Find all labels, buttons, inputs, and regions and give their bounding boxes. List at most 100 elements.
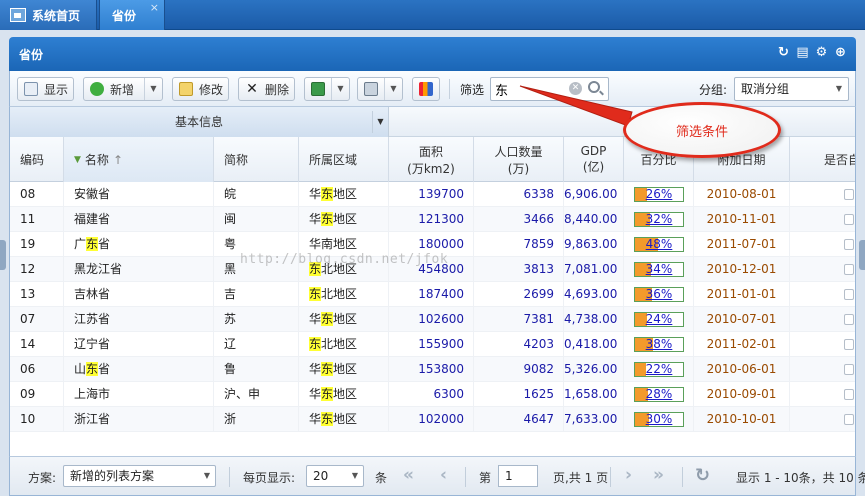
group-select[interactable]: 取消分组 ▼ — [734, 77, 849, 101]
text-segment: 北地区 — [321, 337, 358, 351]
cell-gdp: 4,693.00 — [564, 282, 624, 307]
pager-divider — [229, 467, 230, 487]
edit-icon — [179, 82, 193, 96]
cell-abbr: 皖 — [214, 182, 299, 207]
table-row[interactable]: 08 安徽省皖华东地区 139700 6338 6,906.00 26% 2010-08-0… — [10, 182, 855, 207]
page-input[interactable]: 1 — [498, 465, 538, 487]
row-checkbox[interactable] — [844, 364, 854, 375]
cell-flag — [790, 357, 855, 382]
prev-page-icon[interactable]: ‹ — [440, 465, 447, 485]
show-button[interactable]: 显示 — [17, 77, 74, 101]
per-page-label: 每页显示: — [243, 471, 296, 485]
cell-gdp: 7,081.00 — [564, 257, 624, 282]
table-row[interactable]: 06 山东省鲁华东地区 153800 9082 5,326.00 22% 2010-06-0… — [10, 357, 855, 382]
edit-button[interactable]: 修改 — [172, 77, 229, 101]
text-segment: 地区 — [333, 212, 358, 226]
text-segment: 华南地区 — [309, 237, 358, 251]
per-page-select[interactable]: 20 ▼ — [306, 465, 364, 487]
percent-bar: 30% — [634, 412, 684, 427]
column-header-name[interactable]: ▼ 名称 ↑ — [64, 137, 214, 182]
row-checkbox[interactable] — [844, 314, 854, 325]
row-checkbox[interactable] — [844, 264, 854, 275]
tab-home[interactable]: 系统首页 — [0, 0, 97, 30]
chevron-down-icon[interactable]: ▼ — [372, 111, 388, 133]
column-header-label: 编码 — [20, 153, 45, 167]
table-row[interactable]: 14 辽宁省辽东北地区 155900 4203 0,418.00 38% 2011-02-0… — [10, 332, 855, 357]
chevron-down-icon[interactable]: ▼ — [331, 78, 349, 100]
settings-icon[interactable]: ⚙ — [814, 45, 829, 61]
refresh-icon[interactable]: ↻ — [695, 465, 710, 486]
percent-label: 32% — [645, 212, 673, 226]
cell-area: 102000 — [389, 407, 474, 432]
cell-name: 浙江省 — [64, 407, 214, 432]
group-header-basic-info[interactable]: 基本信息 ▼ — [10, 107, 389, 137]
column-header-label: GDP (亿) — [580, 144, 607, 174]
cell-flag — [790, 332, 855, 357]
column-header-label: 所属区域 — [309, 153, 358, 167]
chevron-down-icon[interactable]: ▼ — [144, 78, 162, 100]
column-header-flag[interactable]: 是否自 — [790, 137, 855, 182]
cell-flag — [790, 282, 855, 307]
cell-area: 155900 — [389, 332, 474, 357]
cell-abbr: 鲁 — [214, 357, 299, 382]
table-row[interactable]: 10 浙江省浙华东地区 102000 4647 7,633.00 30% 2010-10-0… — [10, 407, 855, 432]
tab-home-label: 系统首页 — [32, 8, 81, 23]
per-page-value: 20 — [313, 469, 329, 483]
column-header-abbr[interactable]: 简称 — [214, 137, 299, 182]
cell-pop: 4647 — [474, 407, 564, 432]
pager-divider — [610, 467, 611, 487]
close-icon[interactable]: × — [150, 1, 159, 14]
print-button[interactable]: ▼ — [357, 77, 403, 101]
row-checkbox[interactable] — [844, 189, 854, 200]
percent-bar: 38% — [634, 337, 684, 352]
text-segment: 华 — [309, 187, 322, 201]
column-header-area[interactable]: 面积 (万km2) — [389, 137, 474, 182]
collapse-icon[interactable]: ⊕ — [833, 45, 848, 61]
table-row[interactable]: 07 江苏省苏华东地区 102600 7381 4,738.00 24% 2010-07-0… — [10, 307, 855, 332]
cell-pct: 34% — [624, 257, 694, 282]
first-page-icon[interactable]: « — [403, 465, 414, 485]
table-row[interactable]: 11 福建省闽华东地区 121300 3466 8,440.00 32% 2010-11-0… — [10, 207, 855, 232]
refresh-icon[interactable]: ↻ — [776, 45, 791, 61]
column-header-label: 名称 — [84, 153, 109, 167]
scheme-label: 方案: — [28, 471, 57, 485]
row-checkbox[interactable] — [844, 289, 854, 300]
right-collapse-handle[interactable] — [859, 240, 865, 270]
next-page-icon[interactable]: › — [625, 465, 632, 485]
column-header-region[interactable]: 所属区域 — [299, 137, 389, 182]
delete-button-label: 删除 — [265, 82, 290, 97]
add-button[interactable]: 新增 ▼ — [83, 77, 163, 101]
filter-match-highlight: 东 — [321, 187, 334, 201]
chevron-down-icon[interactable]: ▼ — [384, 78, 402, 100]
delete-button[interactable]: ✕ 删除 — [238, 77, 295, 101]
column-header-gdp[interactable]: GDP (亿) — [564, 137, 624, 182]
tab-province[interactable]: 省份 × — [99, 0, 165, 30]
export-button[interactable]: ▼ — [304, 77, 350, 101]
column-header-population[interactable]: 人口数量 (万) — [474, 137, 564, 182]
delete-icon: ✕ — [246, 81, 258, 97]
last-page-icon[interactable]: » — [653, 465, 664, 485]
cell-name: 安徽省 — [64, 182, 214, 207]
watermark: http://blog.csdn.net/jfok — [240, 252, 449, 267]
cell-region: 华东地区 — [299, 182, 389, 207]
row-checkbox[interactable] — [844, 339, 854, 350]
table-row[interactable]: 13 吉林省吉东北地区 187400 2699 4,693.00 36% 2011-01-0… — [10, 282, 855, 307]
scheme-select[interactable]: 新增的列表方案 ▼ — [63, 465, 216, 487]
show-button-label: 显示 — [44, 82, 69, 97]
left-collapse-handle[interactable] — [0, 240, 6, 270]
percent-label: 38% — [645, 337, 673, 351]
percent-bar: 34% — [634, 262, 684, 277]
row-checkbox[interactable] — [844, 389, 854, 400]
data-grid: 基本信息 ▼ 编码 ▼ 名称 ↑ 简称 所属区域 面积 (万km2) 人口数量 … — [9, 107, 856, 456]
row-checkbox[interactable] — [844, 414, 854, 425]
column-header-code[interactable]: 编码 — [10, 137, 64, 182]
text-segment: 辽宁省 — [74, 337, 111, 351]
chart-button[interactable] — [412, 77, 440, 101]
row-checkbox[interactable] — [844, 214, 854, 225]
row-checkbox[interactable] — [844, 239, 854, 250]
cell-flag — [790, 382, 855, 407]
table-row[interactable]: 09 上海市 沪、申 华东地区 6300 1625 1,658.00 28% 2010-09-0… — [10, 382, 855, 407]
print-icon[interactable]: ▤ — [795, 45, 810, 61]
pager: 方案: 新增的列表方案 ▼ 每页显示: 20 ▼ 条 « ‹ 第 1 页,共 1… — [9, 456, 865, 496]
filter-match-highlight: 东 — [321, 387, 334, 401]
